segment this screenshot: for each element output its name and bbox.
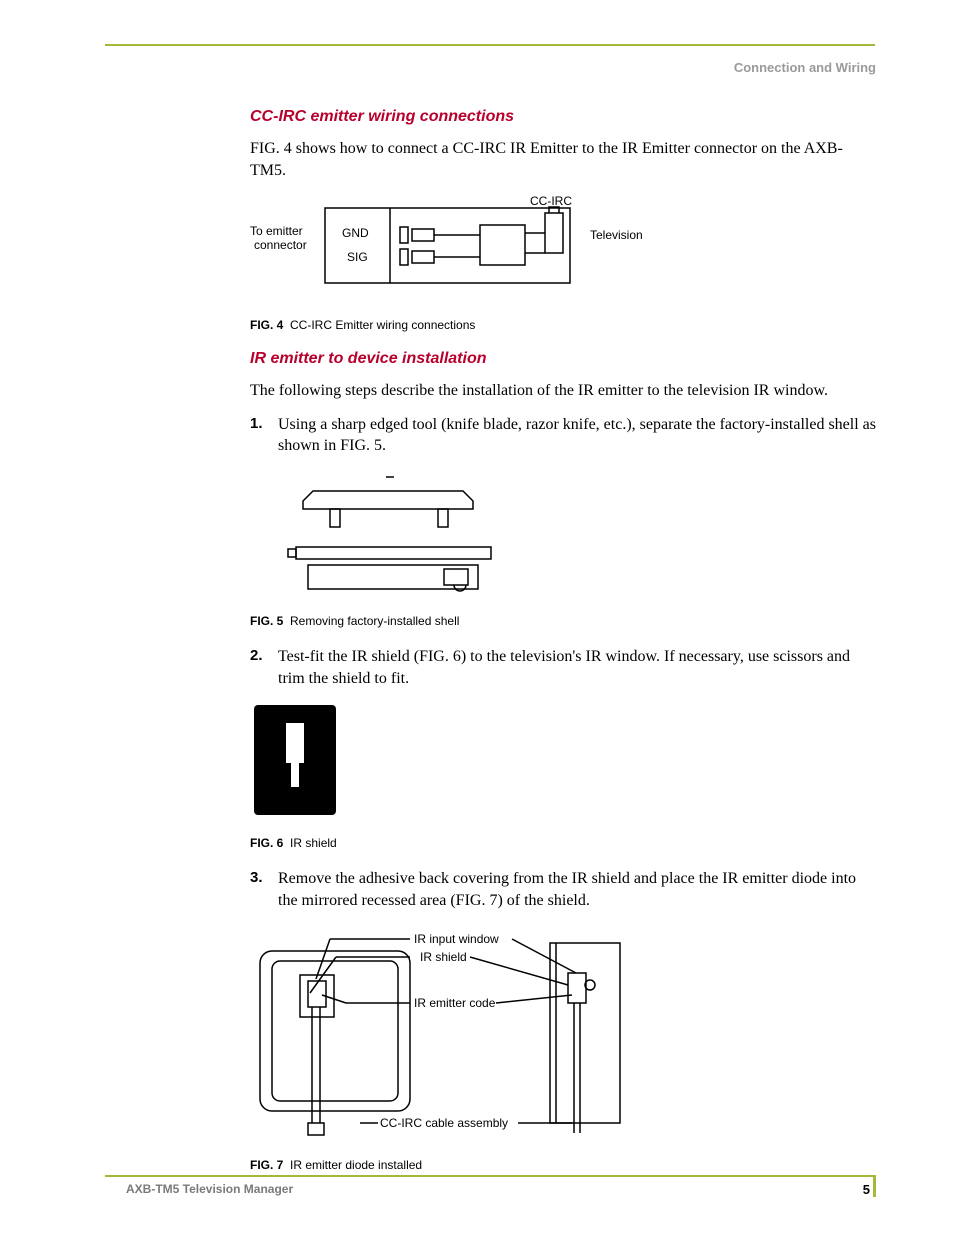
figure-7: IR input window IR shield IR emitter cod… (250, 923, 878, 1148)
figure-7-caption: FIG. 7 IR emitter diode installed (250, 1158, 878, 1172)
figure-5-svg (278, 469, 508, 599)
top-rule (105, 44, 875, 46)
page-accent-bar (873, 1175, 876, 1197)
footer-page-number: 5 (863, 1182, 870, 1197)
figure-6-label: FIG. 6 (250, 836, 283, 850)
figure-6-caption-text: IR shield (290, 836, 337, 850)
figure-5-label: FIG. 5 (250, 614, 283, 628)
step-2-number: 2. (250, 646, 278, 689)
figure-5 (278, 469, 878, 604)
step-3-number: 3. (250, 868, 278, 911)
step-1-number: 1. (250, 414, 278, 457)
step-3: 3. Remove the adhesive back covering fro… (250, 868, 878, 911)
para-ir-emitter: The following steps describe the install… (250, 380, 878, 402)
label-gnd: GND (342, 226, 369, 240)
label-ir-emitter: IR emitter code (414, 996, 496, 1010)
step-list-2: 2. Test-fit the IR shield (FIG. 6) to th… (250, 646, 878, 689)
figure-4-caption-text: CC-IRC Emitter wiring connections (290, 318, 475, 332)
figure-5-caption: FIG. 5 Removing factory-installed shell (250, 614, 878, 628)
section-header: Connection and Wiring (734, 60, 876, 75)
step-2: 2. Test-fit the IR shield (FIG. 6) to th… (250, 646, 878, 689)
step-list: 1. Using a sharp edged tool (knife blade… (250, 414, 878, 457)
figure-5-caption-text: Removing factory-installed shell (290, 614, 459, 628)
step-list-3: 3. Remove the adhesive back covering fro… (250, 868, 878, 911)
para-cc-irc: FIG. 4 shows how to connect a CC-IRC IR … (250, 138, 878, 181)
label-television: Television (590, 228, 643, 242)
label-ir-shield: IR shield (420, 950, 467, 964)
figure-4-svg: To emitter connector GND SIG CC-IRC Tele… (250, 193, 680, 303)
step-1: 1. Using a sharp edged tool (knife blade… (250, 414, 878, 457)
label-cable: CC-IRC cable assembly (380, 1116, 508, 1130)
bottom-rule (105, 1175, 875, 1177)
label-to-emitter: To emitter (250, 224, 303, 238)
label-sig: SIG (347, 250, 368, 264)
step-3-text: Remove the adhesive back covering from t… (278, 868, 878, 911)
footer-doc-title: AXB-TM5 Television Manager (126, 1182, 293, 1196)
heading-ir-emitter: IR emitter to device installation (250, 350, 878, 368)
figure-4-caption: FIG. 4 CC-IRC Emitter wiring connections (250, 318, 878, 332)
content-area: CC-IRC emitter wiring connections FIG. 4… (250, 108, 878, 1190)
figure-4: To emitter connector GND SIG CC-IRC Tele… (250, 193, 878, 308)
figure-7-svg: IR input window IR shield IR emitter cod… (250, 923, 640, 1143)
step-1-text: Using a sharp edged tool (knife blade, r… (278, 414, 878, 457)
figure-4-label: FIG. 4 (250, 318, 283, 332)
heading-cc-irc: CC-IRC emitter wiring connections (250, 108, 878, 126)
figure-6 (250, 701, 878, 826)
figure-7-label: FIG. 7 (250, 1158, 283, 1172)
label-ir-input: IR input window (414, 932, 499, 946)
figure-6-svg (250, 701, 340, 821)
label-connector: connector (254, 238, 307, 252)
figure-6-caption: FIG. 6 IR shield (250, 836, 878, 850)
page: Connection and Wiring CC-IRC emitter wir… (0, 0, 954, 1235)
step-2-text: Test-fit the IR shield (FIG. 6) to the t… (278, 646, 878, 689)
label-ccirc: CC-IRC (530, 194, 572, 208)
figure-7-caption-text: IR emitter diode installed (290, 1158, 422, 1172)
